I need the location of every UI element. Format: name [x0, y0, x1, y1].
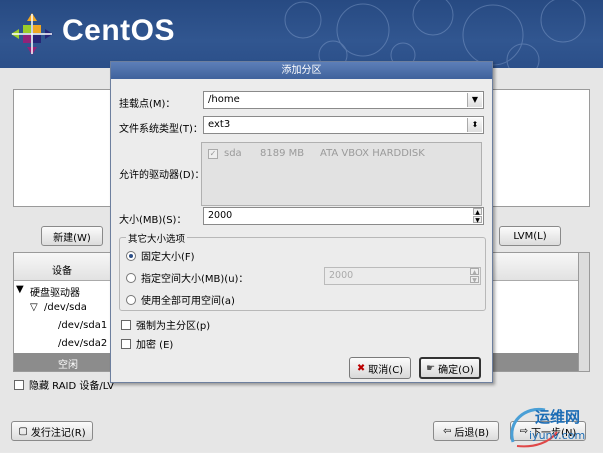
drive-name: sda — [224, 148, 242, 159]
encrypt-option[interactable]: 加密 (E) — [121, 336, 173, 351]
encrypt-label: 加密 (E) — [136, 340, 174, 351]
back-button[interactable]: ⇦ 后退(B) — [433, 421, 499, 441]
back-label: 后退(B) — [454, 427, 490, 439]
spin-up-icon[interactable]: ▲ — [470, 268, 479, 276]
release-notes-label: 发行注记(R) — [30, 427, 86, 439]
back-arrow-icon: ⇦ — [442, 425, 452, 437]
new-partition-label: 新建(W) — [53, 232, 91, 244]
tree-row-label: /dev/sda1 — [58, 320, 108, 331]
tree-row-label: 空闲 — [58, 360, 78, 371]
site-watermark: 运维网 iyunv.com — [505, 402, 600, 450]
cancel-x-icon: ✖ — [356, 362, 366, 374]
add-partition-dialog: 添加分区 挂载点(M)： /home ▼ 文件系统类型(T)： ext3 ⬍ 允… — [110, 61, 493, 383]
option-fixed-size-label: 固定大小(F) — [141, 252, 195, 263]
size-label: 大小(MB)(S)： — [119, 215, 187, 226]
drive-row[interactable]: ✓ sda 8189 MB ATA VBOX HARDDISK — [208, 148, 425, 159]
tree-expander-icon[interactable]: ▽ — [30, 302, 38, 313]
lvm-label: LVM(L) — [513, 230, 547, 242]
release-notes-button[interactable]: ▢ 发行注记(R) — [11, 421, 93, 441]
mount-point-label: 挂载点(M)： — [119, 99, 176, 110]
watermark-title: 运维网 — [535, 408, 581, 426]
other-size-options-title: 其它大小选项 — [126, 231, 188, 245]
dropdown-arrow-icon[interactable]: ▼ — [467, 93, 482, 107]
fill-up-to-value[interactable]: 2000 — [329, 270, 353, 281]
cancel-button[interactable]: ✖ 取消(C) — [349, 357, 411, 379]
ok-hand-icon: ☛ — [426, 362, 436, 374]
hide-raid-label: 隐藏 RAID 设备/LV — [29, 381, 115, 392]
fs-type-label: 文件系统类型(T)： — [119, 124, 203, 135]
drive-size: 8189 MB — [260, 148, 305, 159]
spin-down-icon[interactable]: ▼ — [473, 216, 482, 224]
option-fill-up-to-label: 指定空间大小(MB)(u)： — [141, 274, 249, 285]
mount-point-value[interactable]: /home — [208, 94, 240, 105]
ok-button[interactable]: ☛ 确定(O) — [419, 357, 481, 379]
tree-row-label: /dev/sda2 — [58, 338, 108, 349]
option-fill-all-label: 使用全部可用空间(a) — [141, 296, 235, 307]
radio-fill-up-to[interactable] — [126, 272, 136, 283]
size-value[interactable]: 2000 — [208, 210, 232, 221]
drive-checkbox[interactable]: ✓ — [208, 148, 218, 159]
banner-decoration — [284, 0, 586, 68]
dialog-title: 添加分区 — [111, 62, 492, 79]
hide-raid-option[interactable]: 隐藏 RAID 设备/LV — [14, 377, 114, 392]
hide-raid-checkbox[interactable] — [14, 379, 24, 390]
fs-type-value: ext3 — [208, 119, 231, 130]
option-fill-all[interactable]: 使用全部可用空间(a) — [126, 292, 235, 307]
header-banner: CentOS — [0, 0, 603, 68]
lvm-button[interactable]: LVM(L) — [499, 226, 561, 246]
watermark-url: iyunv.com — [529, 429, 586, 442]
centos-logo-icon — [11, 13, 53, 55]
fs-type-select[interactable]: ext3 ⬍ — [203, 116, 484, 134]
encrypt-checkbox[interactable] — [121, 338, 131, 349]
drive-model: ATA VBOX HARDDISK — [320, 148, 425, 159]
mount-point-combo[interactable]: /home ▼ — [203, 91, 484, 109]
force-primary-label: 强制为主分区(p) — [136, 321, 211, 332]
allowed-drives-list[interactable]: ✓ sda 8189 MB ATA VBOX HARDDISK — [201, 142, 482, 206]
radio-fill-all[interactable] — [126, 294, 136, 305]
ok-label: 确定(O) — [438, 364, 474, 376]
tree-expander-icon[interactable]: ▼ — [16, 284, 24, 295]
cancel-label: 取消(C) — [368, 364, 404, 376]
spin-up-icon[interactable]: ▲ — [473, 208, 482, 216]
option-fill-up-to[interactable]: 指定空间大小(MB)(u)： — [126, 270, 248, 285]
spin-down-icon[interactable]: ▼ — [470, 276, 479, 284]
force-primary-option[interactable]: 强制为主分区(p) — [121, 317, 210, 332]
partition-table-scrollbar[interactable] — [578, 252, 590, 372]
other-size-options-frame: 其它大小选项 固定大小(F) 指定空间大小(MB)(u)： 2000 ▲ ▼ 使… — [119, 231, 486, 311]
tree-row-label: 硬盘驱动器 — [30, 288, 80, 299]
select-updown-icon[interactable]: ⬍ — [467, 118, 482, 132]
size-spinbutton[interactable]: 2000 ▲ ▼ — [203, 207, 484, 225]
option-fixed-size[interactable]: 固定大小(F) — [126, 248, 195, 263]
notes-icon: ▢ — [18, 425, 28, 437]
new-partition-button[interactable]: 新建(W) — [41, 226, 103, 246]
tree-row-label: /dev/sda — [44, 302, 87, 313]
centos-wordmark: CentOS — [62, 14, 176, 47]
column-header-device: 设备 — [52, 266, 72, 277]
force-primary-checkbox[interactable] — [121, 319, 131, 330]
fill-up-to-spinbutton[interactable]: 2000 ▲ ▼ — [324, 267, 481, 285]
allowed-drives-label: 允许的驱动器(D)： — [119, 170, 205, 181]
radio-fixed-size[interactable] — [126, 250, 136, 261]
